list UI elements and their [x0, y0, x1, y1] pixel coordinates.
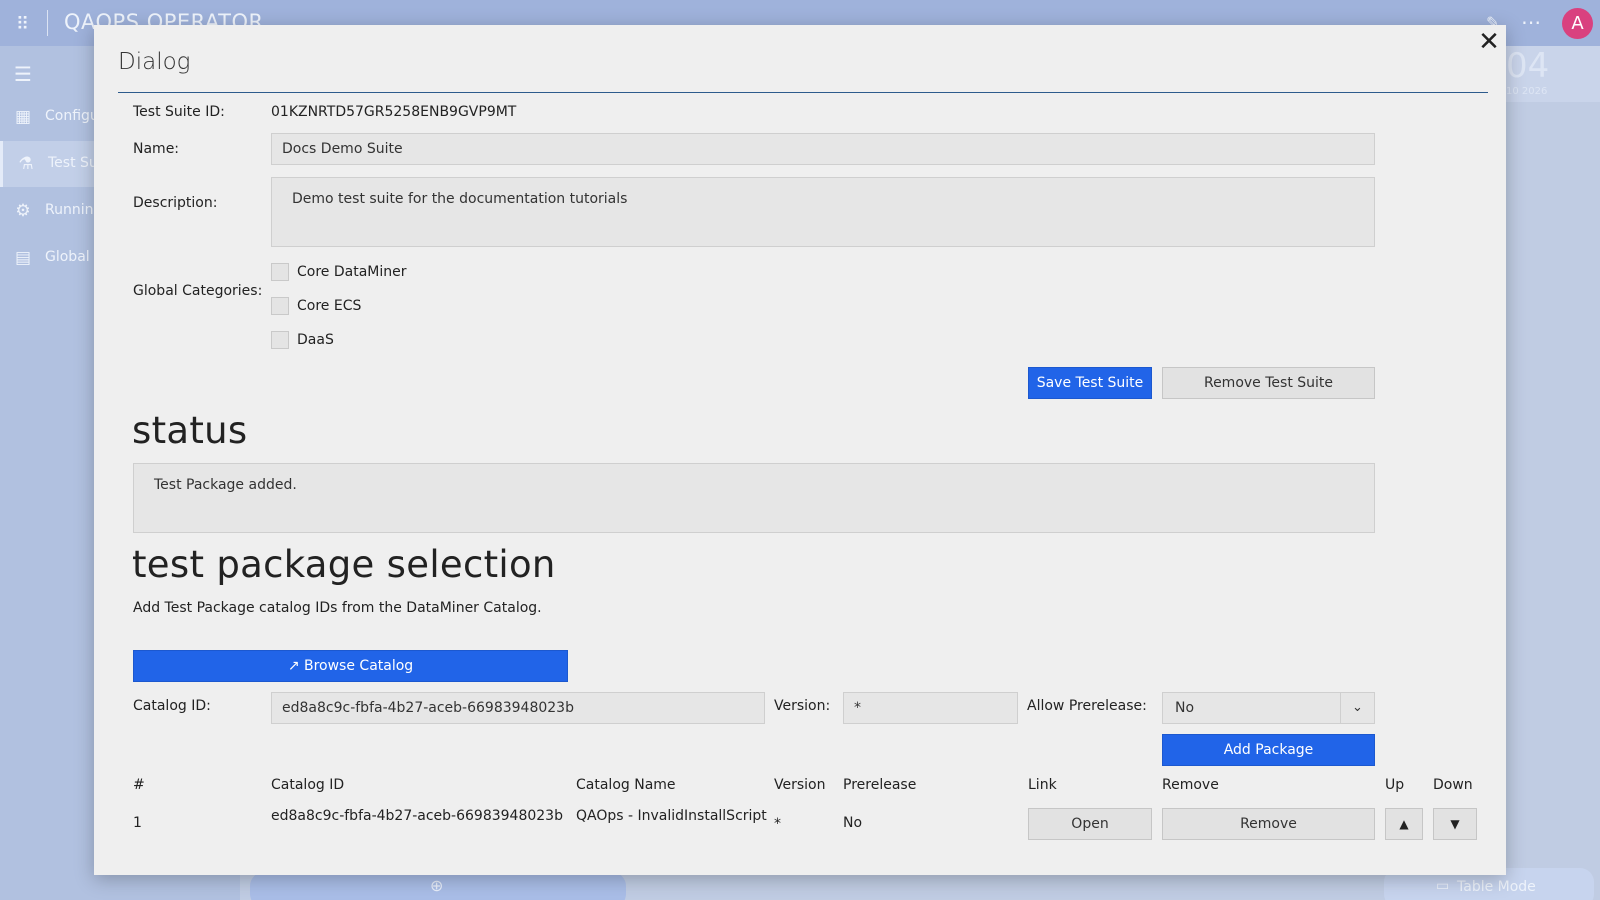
status-message-box: Test Package added. [133, 463, 1375, 533]
description-label: Description: [133, 195, 218, 211]
version-label: Version: [774, 698, 831, 714]
date-day: 04 [1506, 46, 1550, 86]
test-suite-id-value: 01KZNRTD57GR5258ENB9GVP9MT [271, 104, 517, 120]
column-header-index: # [133, 777, 145, 793]
table-icon: ▭ [1436, 878, 1450, 894]
date-month-year: 10 2026 [1506, 86, 1548, 97]
add-button[interactable]: ⊕ [250, 872, 626, 900]
column-header-down: Down [1433, 777, 1473, 793]
column-header-prerelease: Prerelease [843, 777, 917, 793]
runner-icon: ⚙ [15, 201, 31, 221]
document-icon: ▤ [14, 248, 32, 268]
test-suite-id-label: Test Suite ID: [133, 104, 225, 120]
catalog-id-label: Catalog ID: [133, 698, 211, 714]
move-up-button[interactable]: ▲ [1385, 808, 1423, 840]
remove-test-suite-button[interactable]: Remove Test Suite [1162, 367, 1375, 399]
column-header-catalog-name: Catalog Name [576, 777, 676, 793]
dialog: Dialog ✕ Test Suite ID: 01KZNRTD57GR5258… [94, 25, 1506, 875]
catalog-hint-text: Add Test Package catalog IDs from the Da… [133, 600, 542, 616]
allow-prerelease-select[interactable]: No ⌄ [1162, 692, 1375, 724]
category-checkbox-core-ecs[interactable] [271, 297, 289, 315]
close-icon[interactable]: ✕ [1475, 27, 1503, 57]
grid-icon[interactable]: ⠿ [16, 14, 29, 35]
title-divider [118, 92, 1488, 93]
sidebar-item-label: Configu [45, 108, 99, 124]
chevron-down-icon: ⌄ [1340, 693, 1374, 723]
allow-prerelease-value: No [1175, 700, 1195, 716]
version-input[interactable]: * [843, 692, 1018, 724]
column-header-remove: Remove [1162, 777, 1219, 793]
category-checkbox-daas[interactable] [271, 331, 289, 349]
row-catalog-name: QAOps - InvalidInstallScript [576, 808, 767, 824]
row-version: * [774, 816, 781, 832]
dialog-title: Dialog [118, 49, 191, 75]
move-down-button[interactable]: ▼ [1433, 808, 1477, 840]
status-heading: status [132, 409, 248, 452]
row-catalog-id: ed8a8c9c-fbfa-4b27-aceb-66983948023b [271, 808, 563, 824]
save-test-suite-button[interactable]: Save Test Suite [1028, 367, 1152, 399]
catalog-id-input[interactable]: ed8a8c9c-fbfa-4b27-aceb-66983948023b [271, 692, 765, 724]
allow-prerelease-label: Allow Prerelease: [1027, 698, 1147, 714]
row-index: 1 [133, 815, 142, 831]
arrow-up-icon: ▲ [1399, 817, 1409, 831]
avatar[interactable]: A [1562, 8, 1593, 39]
browse-catalog-button[interactable]: ↗ Browse Catalog [133, 650, 568, 682]
row-prerelease: No [843, 815, 863, 831]
table-mode-label: Table Mode [1457, 879, 1536, 895]
layout-icon: ▦ [14, 107, 32, 127]
category-checkbox-core-dataminer[interactable] [271, 263, 289, 281]
category-label-core-dataminer: Core DataMiner [297, 264, 407, 280]
column-header-up: Up [1385, 777, 1405, 793]
open-link-button[interactable]: Open [1028, 808, 1152, 840]
category-label-core-ecs: Core ECS [297, 298, 362, 314]
add-package-button[interactable]: Add Package [1162, 734, 1375, 766]
name-label: Name: [133, 141, 180, 157]
column-header-link: Link [1028, 777, 1057, 793]
description-field[interactable]: Demo test suite for the documentation tu… [271, 177, 1375, 247]
flask-icon: ⚗ [18, 154, 34, 174]
test-package-selection-heading: test package selection [132, 543, 556, 586]
name-field[interactable]: Docs Demo Suite [271, 133, 1375, 165]
global-categories-label: Global Categories: [133, 283, 263, 299]
remove-package-button[interactable]: Remove [1162, 808, 1375, 840]
plus-icon: ⊕ [430, 876, 444, 895]
category-label-daas: DaaS [297, 332, 334, 348]
divider [47, 10, 48, 36]
column-header-version: Version [774, 777, 826, 793]
more-icon[interactable]: ⋯ [1521, 10, 1541, 34]
arrow-down-icon: ▼ [1450, 817, 1460, 831]
hamburger-icon[interactable]: ☰ [14, 62, 32, 86]
date-card: 04 10 2026 [1490, 46, 1600, 102]
column-header-catalog-id: Catalog ID [271, 777, 345, 793]
